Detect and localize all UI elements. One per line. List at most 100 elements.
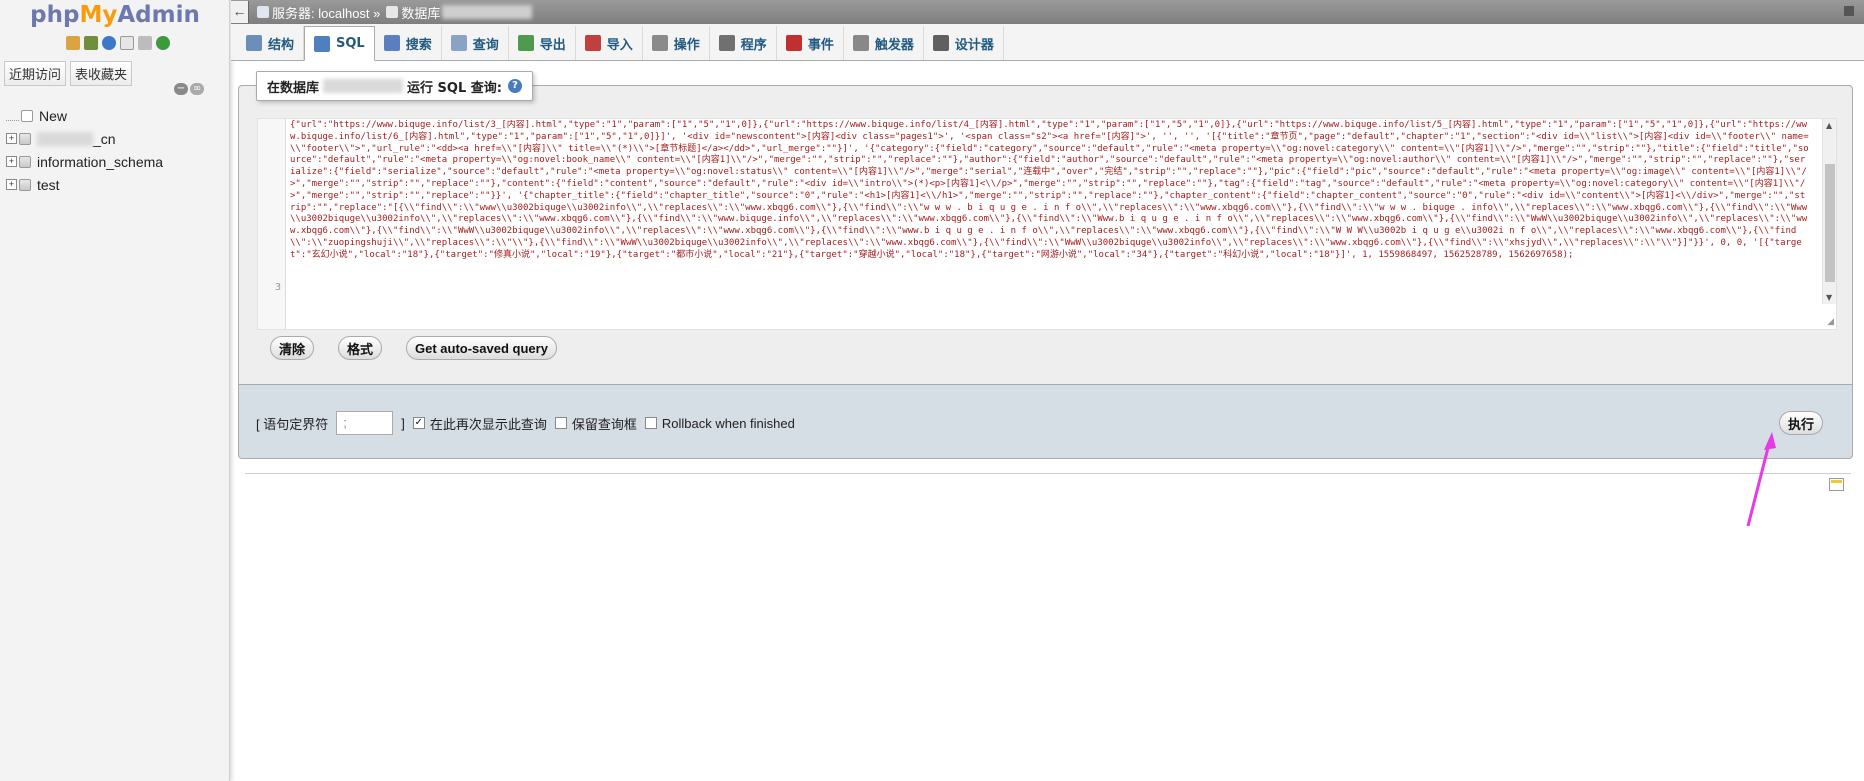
- breadcrumb-bar: ← 服务器: localhost » 数据库: [231, 0, 1864, 24]
- delimiter-label: [ 语句定界符: [256, 416, 329, 432]
- retain-query-box-checkbox[interactable]: [554, 417, 567, 429]
- new-database-icon: [21, 109, 33, 122]
- link-icon[interactable]: ∞: [190, 83, 204, 95]
- help-icon[interactable]: ?: [507, 79, 522, 93]
- tab-query[interactable]: 查询: [442, 26, 509, 60]
- logout-icon[interactable]: [84, 36, 98, 50]
- tab-bar: 结构 SQL 搜索 查询 导出 导入 操作 程序 事件 触发器 设计器: [231, 24, 1864, 61]
- search-icon: [383, 35, 400, 51]
- tab-label: 事件: [807, 37, 834, 53]
- go-button[interactable]: 执行: [1779, 411, 1824, 435]
- trigger-icon: [852, 35, 869, 51]
- back-arrow-icon[interactable]: ←: [231, 1, 249, 23]
- delimiter-input[interactable]: ;: [336, 411, 394, 435]
- redacted-text: [442, 5, 533, 19]
- docs-icon[interactable]: [120, 36, 134, 50]
- tab-label: 搜索: [405, 37, 432, 53]
- tab-label: 设计器: [954, 37, 994, 53]
- clock-icon: [785, 35, 802, 51]
- scrollbar-thumb[interactable]: [1825, 164, 1835, 282]
- nav-icon-bar: [66, 36, 170, 50]
- database-icon: [19, 155, 31, 168]
- tree-item-label: New: [39, 107, 68, 124]
- editor-scrollbar[interactable]: ▲ ▼: [1822, 119, 1836, 304]
- tab-label: SQL: [336, 36, 365, 51]
- tab-search[interactable]: 搜索: [375, 26, 442, 60]
- tab-wrench[interactable]: 操作: [643, 26, 710, 60]
- wrench-icon: [651, 35, 668, 51]
- expand-icon[interactable]: +: [6, 133, 17, 144]
- get-autosaved-query-button[interactable]: Get auto-saved query: [406, 336, 557, 360]
- tab-label: 程序: [740, 37, 767, 53]
- delimiter-close: ]: [401, 415, 405, 431]
- tab-clock[interactable]: 事件: [777, 26, 844, 60]
- line-number-gutter: 3: [258, 119, 286, 329]
- settings-icon[interactable]: [138, 36, 152, 50]
- divider: [245, 473, 1851, 474]
- tree-item-information-schema[interactable]: + information_schema: [6, 150, 226, 173]
- tree-item-database[interactable]: + _cn: [6, 127, 226, 150]
- navigation-panel: phpMyAdmin 近期访问 表收藏夹 − ∞ New + _cn + inf: [0, 0, 230, 781]
- tree-item-label: test: [37, 176, 60, 193]
- tab-label: 导入: [606, 37, 633, 53]
- help-icon[interactable]: [102, 36, 116, 50]
- database-tree: New + _cn + information_schema + test: [6, 104, 226, 196]
- tree-item-new[interactable]: New: [6, 104, 226, 127]
- annotation-arrow: [1746, 432, 1776, 527]
- sql-code[interactable]: {"url":"https://www.biquge.info/list/3_[…: [290, 120, 1810, 310]
- database-icon: [19, 132, 31, 145]
- tree-item-label: _cn: [93, 130, 116, 147]
- rollback-label[interactable]: Rollback when finished: [662, 416, 795, 431]
- tab-label: 导出: [539, 37, 566, 53]
- tab-label: 触发器: [874, 37, 914, 53]
- expand-icon[interactable]: +: [6, 156, 17, 167]
- show-query-label[interactable]: 在此再次显示此查询: [430, 414, 547, 433]
- tab-routines[interactable]: 程序: [710, 26, 777, 60]
- query-options: [ 语句定界符 ; ] ✓ 在此再次显示此查询 保留查询框 Rollback w…: [256, 411, 795, 435]
- format-button[interactable]: 格式: [338, 336, 383, 360]
- show-query-checkbox[interactable]: ✓: [412, 417, 425, 429]
- tab-label: 操作: [673, 37, 700, 53]
- import-icon: [584, 35, 601, 51]
- sql-icon: [314, 35, 331, 52]
- server-icon: [257, 6, 269, 18]
- tree-controls: − ∞: [174, 83, 204, 95]
- notes-icon[interactable]: [1829, 478, 1844, 491]
- sql-panel-legend: 在数据库 运行 SQL 查询: ?: [256, 71, 533, 101]
- tab-structure[interactable]: 结构: [237, 26, 305, 60]
- tree-item-test[interactable]: + test: [6, 173, 226, 196]
- tab-designer[interactable]: 设计器: [924, 26, 1004, 60]
- redacted-text: [323, 79, 404, 93]
- nav-tab-buttons: 近期访问 表收藏夹: [4, 61, 133, 86]
- tab-trigger[interactable]: 触发器: [844, 26, 924, 60]
- menu-toggle-icon[interactable]: [1844, 6, 1854, 16]
- recent-tables-button[interactable]: 近期访问: [4, 61, 67, 86]
- favorite-tables-button[interactable]: 表收藏夹: [70, 61, 133, 86]
- tab-label: 查询: [472, 37, 499, 53]
- breadcrumb-database[interactable]: 数据库: [401, 3, 440, 22]
- clear-button[interactable]: 清除: [270, 336, 315, 360]
- database-icon: [386, 6, 399, 18]
- tab-label: 结构: [268, 37, 295, 53]
- retain-query-box-label[interactable]: 保留查询框: [572, 414, 637, 433]
- tab-sql[interactable]: SQL: [304, 26, 375, 61]
- routines-icon: [718, 35, 735, 51]
- sql-editor[interactable]: 3 {"url":"https://www.biquge.info/list/3…: [257, 118, 1837, 330]
- designer-icon: [932, 35, 949, 51]
- query-icon: [450, 35, 467, 51]
- breadcrumb-server[interactable]: 服务器: localhost »: [272, 3, 380, 22]
- home-icon[interactable]: [66, 36, 80, 50]
- resize-handle-icon[interactable]: ◢: [1827, 317, 1834, 327]
- export-icon: [517, 35, 534, 51]
- redacted-text: [37, 131, 93, 146]
- collapse-all-icon[interactable]: −: [174, 83, 188, 95]
- tab-import[interactable]: 导入: [576, 26, 643, 60]
- database-icon: [19, 178, 31, 191]
- expand-icon[interactable]: +: [6, 179, 17, 190]
- phpmyadmin-logo[interactable]: phpMyAdmin: [0, 0, 230, 28]
- tree-item-label: information_schema: [37, 153, 164, 170]
- rollback-checkbox[interactable]: [644, 417, 657, 429]
- tab-export[interactable]: 导出: [509, 26, 576, 60]
- structure-icon: [246, 35, 262, 51]
- reload-icon[interactable]: [156, 36, 170, 50]
